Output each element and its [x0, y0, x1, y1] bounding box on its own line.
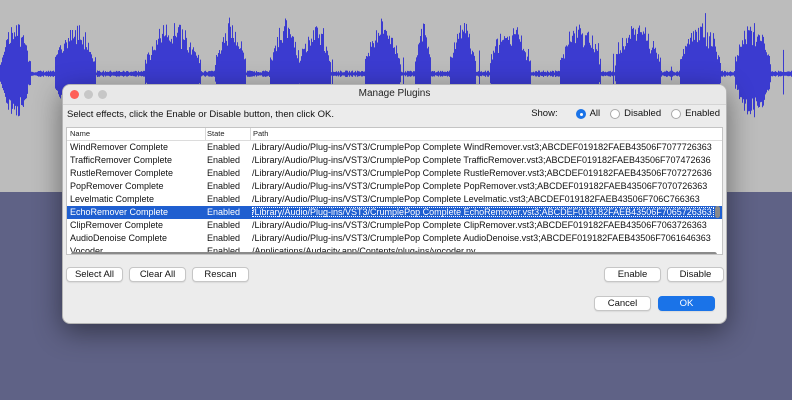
plugin-path: /Library/Audio/Plug-ins/VST3/CrumplePop …	[252, 168, 712, 178]
show-all-label: All	[589, 108, 601, 119]
column-divider[interactable]	[250, 128, 251, 140]
plugin-name: PopRemover Complete	[70, 181, 164, 191]
column-divider[interactable]	[205, 128, 206, 140]
plugin-state: Enabled	[207, 233, 241, 243]
table-header: Name State Path	[67, 128, 722, 141]
table-row[interactable]: Levelmatic Complete Enabled /Library/Aud…	[67, 193, 722, 206]
disable-button[interactable]: Disable	[667, 267, 724, 282]
table-row[interactable]: ClipRemover Complete Enabled /Library/Au…	[67, 219, 722, 232]
plugin-state: Enabled	[207, 142, 241, 152]
plugin-name: RustleRemover Complete	[70, 168, 174, 178]
plugin-path: /Library/Audio/Plug-ins/VST3/CrumplePop …	[252, 155, 711, 165]
table-rows: WindRemover Complete Enabled /Library/Au…	[67, 141, 722, 254]
plugin-state: Enabled	[207, 155, 241, 165]
cancel-button[interactable]: Cancel	[594, 296, 651, 311]
column-header-name[interactable]: Name	[70, 129, 90, 138]
plugin-state: Enabled	[207, 168, 241, 178]
radio-unselected-icon	[671, 108, 682, 119]
plugin-path: /Library/Audio/Plug-ins/VST3/CrumplePop …	[252, 181, 708, 191]
plugin-path: /Library/Audio/Plug-ins/VST3/CrumplePop …	[252, 233, 711, 243]
plugin-name: ClipRemover Complete	[70, 220, 164, 230]
select-all-button[interactable]: Select All	[66, 267, 123, 282]
table-row[interactable]: AudioDenoise Complete Enabled /Library/A…	[67, 232, 722, 245]
plugin-path: /Library/Audio/Plug-ins/VST3/CrumplePop …	[252, 220, 707, 230]
show-filter-group: Show: All Disabled Enabled	[531, 108, 720, 119]
show-disabled-radio[interactable]: Disabled	[610, 108, 661, 119]
instructions-text: Select effects, click the Enable or Disa…	[67, 109, 335, 120]
plugin-path: /Library/Audio/Plug-ins/VST3/CrumplePop …	[252, 194, 700, 204]
table-row[interactable]: WindRemover Complete Enabled /Library/Au…	[67, 141, 722, 154]
column-header-path[interactable]: Path	[253, 129, 268, 138]
show-filter-label: Show:	[531, 108, 558, 119]
plugin-name: EchoRemover Complete	[70, 207, 169, 217]
show-all-radio[interactable]: All	[575, 108, 601, 119]
rescan-button[interactable]: Rescan	[192, 267, 249, 282]
enable-button[interactable]: Enable	[604, 267, 661, 282]
dialog-title: Manage Plugins	[358, 88, 431, 99]
dialog-titlebar: Manage Plugins	[63, 85, 726, 105]
ok-button[interactable]: OK	[658, 296, 715, 311]
clear-all-button[interactable]: Clear All	[129, 267, 186, 282]
vertical-scrollbar[interactable]	[715, 206, 720, 218]
show-disabled-label: Disabled	[624, 108, 662, 119]
plugin-state: Enabled	[207, 220, 241, 230]
plugin-state: Enabled	[207, 207, 241, 217]
show-enabled-radio[interactable]: Enabled	[671, 108, 720, 119]
plugin-state: Enabled	[207, 181, 241, 191]
radio-unselected-icon	[610, 108, 621, 119]
plugin-name: Levelmatic Complete	[70, 194, 155, 204]
plugin-name: WindRemover Complete	[70, 142, 169, 152]
plugin-name: TrafficRemover Complete	[70, 155, 173, 165]
column-header-state[interactable]: State	[207, 129, 225, 138]
horizontal-scrollbar[interactable]	[71, 252, 717, 254]
table-row[interactable]: PopRemover Complete Enabled /Library/Aud…	[67, 180, 722, 193]
table-row[interactable]: RustleRemover Complete Enabled /Library/…	[67, 167, 722, 180]
plugin-path: /Library/Audio/Plug-ins/VST3/CrumplePop …	[252, 142, 712, 152]
show-enabled-label: Enabled	[685, 108, 720, 119]
plugin-path: /Library/Audio/Plug-ins/VST3/CrumplePop …	[252, 207, 714, 217]
plugin-state: Enabled	[207, 194, 241, 204]
table-row[interactable]: TrafficRemover Complete Enabled /Library…	[67, 154, 722, 167]
radio-selected-icon	[575, 108, 586, 119]
manage-plugins-dialog: Manage Plugins Select effects, click the…	[62, 84, 727, 324]
plugins-table[interactable]: Name State Path WindRemover Complete Ena…	[66, 127, 723, 255]
plugin-name: AudioDenoise Complete	[70, 233, 168, 243]
table-row-selected[interactable]: EchoRemover Complete Enabled /Library/Au…	[67, 206, 722, 219]
